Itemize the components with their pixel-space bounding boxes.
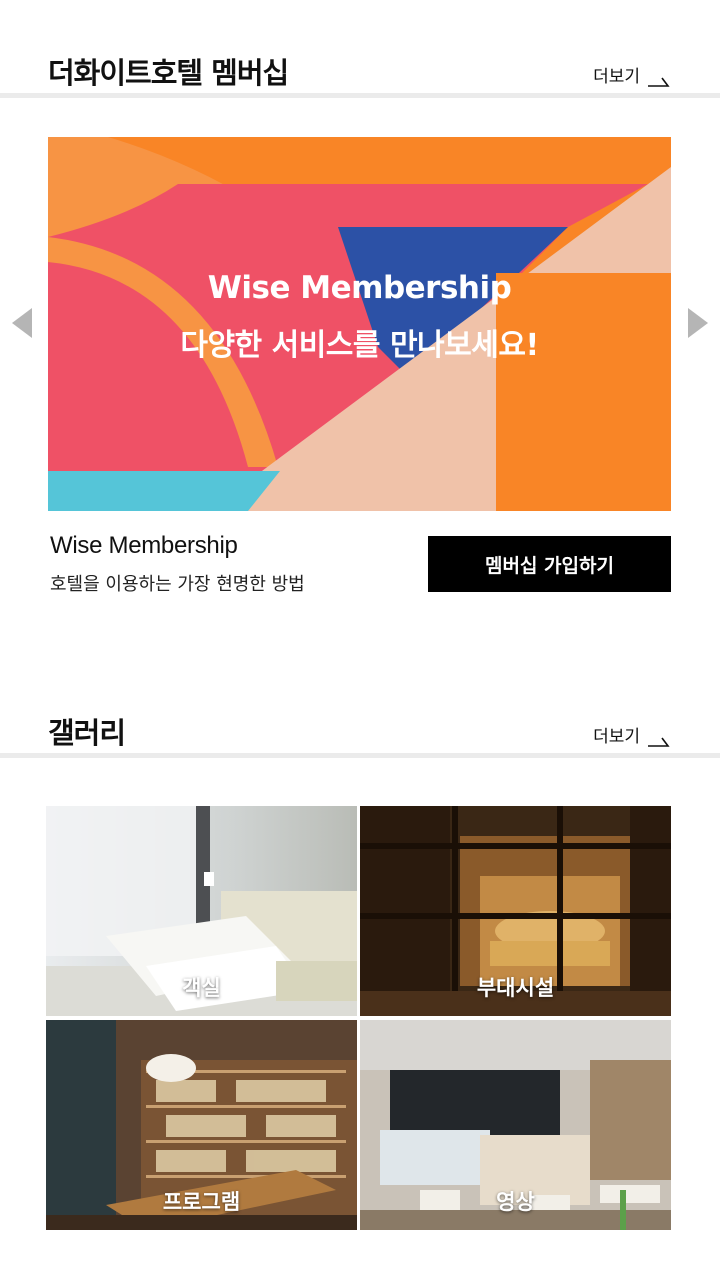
gallery-tile-facilities[interactable]: 부대시설 bbox=[360, 806, 671, 1016]
section-divider bbox=[0, 93, 720, 98]
carousel-next-button[interactable] bbox=[686, 306, 710, 340]
triangle-left-icon bbox=[12, 308, 32, 338]
gallery-section-title: 갤러리 bbox=[48, 716, 126, 750]
gallery-tile-label: 부대시설 bbox=[476, 976, 555, 1000]
corner-arrow-icon bbox=[648, 737, 670, 747]
banner-cyan-strip bbox=[48, 471, 280, 511]
membership-section-title: 더화이트호텔 멤버십 bbox=[48, 56, 289, 90]
banner-subtitle: 다양한 서비스를 만나보세요! bbox=[180, 328, 539, 363]
more-label: 더보기 bbox=[593, 67, 640, 87]
section-divider bbox=[0, 753, 720, 758]
triangle-right-icon bbox=[688, 308, 708, 338]
gallery-tile-programs[interactable]: 프로그램 bbox=[46, 1020, 357, 1230]
gallery-more-link[interactable]: 더보기 bbox=[593, 722, 670, 747]
gallery-tile-label: 영상 bbox=[496, 1190, 535, 1214]
carousel-prev-button[interactable] bbox=[10, 306, 34, 340]
gallery-tile-label: 프로그램 bbox=[162, 1190, 241, 1214]
membership-banner[interactable]: Wise Membership 다양한 서비스를 만나보세요! bbox=[48, 137, 671, 511]
gallery-grid: 객실 부대시설 프로그램 영상 bbox=[46, 806, 671, 1230]
gallery-tile-videos[interactable]: 영상 bbox=[360, 1020, 671, 1230]
banner-orange-block bbox=[496, 273, 671, 511]
corner-arrow-icon bbox=[648, 77, 670, 87]
more-label: 더보기 bbox=[593, 727, 640, 747]
membership-more-link[interactable]: 더보기 bbox=[593, 62, 670, 87]
membership-description: 호텔을 이용하는 가장 현명한 방법 bbox=[50, 574, 305, 595]
membership-name: Wise Membership bbox=[50, 532, 238, 559]
gallery-tile-label: 객실 bbox=[182, 976, 221, 1000]
gallery-tile-rooms[interactable]: 객실 bbox=[46, 806, 357, 1016]
banner-title: Wise Membership bbox=[207, 270, 512, 306]
join-membership-button[interactable]: 멤버십 가입하기 bbox=[428, 536, 671, 592]
